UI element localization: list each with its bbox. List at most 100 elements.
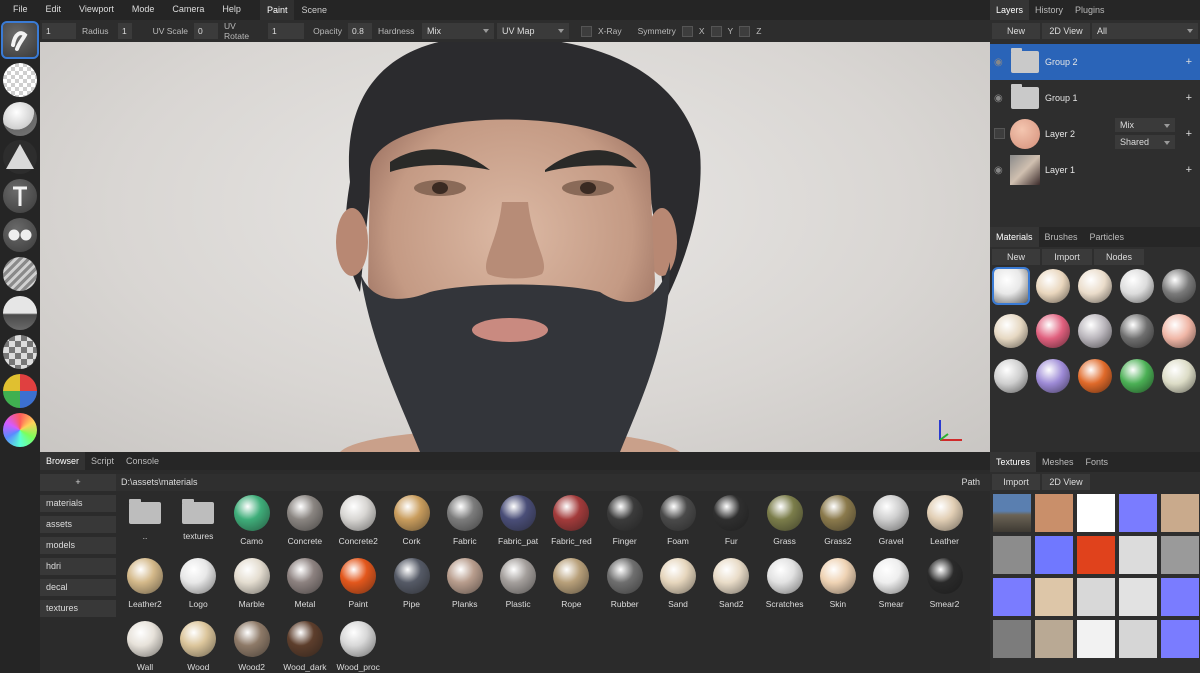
new-layer-button[interactable]: New [992, 23, 1040, 39]
tab-history[interactable]: History [1029, 0, 1069, 20]
material-item[interactable]: Wood_dark [279, 621, 331, 672]
folder-item[interactable]: textures [172, 495, 224, 541]
tab-brushes[interactable]: Brushes [1039, 227, 1084, 247]
tab-browser[interactable]: Browser [40, 452, 86, 470]
blur-tool-icon[interactable] [3, 257, 37, 291]
menu-camera[interactable]: Camera [163, 0, 213, 20]
tab-script[interactable]: Script [85, 452, 120, 470]
material-swatch[interactable] [1078, 314, 1112, 348]
decal-tool-icon[interactable] [3, 140, 37, 174]
uvscale-input[interactable]: 1 [118, 23, 132, 39]
material-swatch[interactable] [1120, 269, 1154, 303]
material-item[interactable]: Wood2 [226, 621, 278, 672]
material-item[interactable]: Scratches [759, 558, 811, 609]
import-material-button[interactable]: Import [1042, 249, 1092, 265]
tab-particles[interactable]: Particles [1084, 227, 1131, 247]
material-swatch[interactable] [1036, 359, 1070, 393]
tab-materials[interactable]: Materials [990, 227, 1039, 247]
material-swatch[interactable] [1078, 269, 1112, 303]
material-swatch[interactable] [1036, 269, 1070, 303]
xray-checkbox[interactable] [581, 25, 592, 37]
opacity-input[interactable]: 1 [268, 23, 304, 39]
texture-thumb[interactable] [1119, 494, 1157, 532]
texture-thumb[interactable] [1077, 494, 1115, 532]
material-item[interactable]: Logo [172, 558, 224, 609]
eye-icon[interactable]: ◉ [994, 165, 1003, 176]
layer-blend-dropdown[interactable]: Mix [1115, 118, 1175, 132]
menu-edit[interactable]: Edit [37, 0, 71, 20]
texture-thumb[interactable] [1035, 494, 1073, 532]
eye-icon[interactable]: ◉ [994, 93, 1003, 104]
tab-console[interactable]: Console [120, 452, 165, 470]
material-swatch[interactable] [1120, 314, 1154, 348]
texture-thumb[interactable] [1119, 536, 1157, 574]
tab-plugins[interactable]: Plugins [1069, 0, 1111, 20]
layer-mask-dropdown[interactable]: Shared [1115, 135, 1175, 149]
picker-tool-icon[interactable] [3, 413, 37, 447]
smudge-tool-icon[interactable] [3, 296, 37, 330]
eraser-tool-icon[interactable] [3, 63, 37, 97]
material-swatch[interactable] [1120, 359, 1154, 393]
material-item[interactable]: Grass [759, 495, 811, 546]
material-item[interactable]: Concrete [279, 495, 331, 546]
material-item[interactable]: Smear [865, 558, 917, 609]
bookmark-decal[interactable]: decal [40, 579, 116, 596]
material-item[interactable]: Fabric [439, 495, 491, 546]
material-item[interactable]: Fabric_red [545, 495, 597, 546]
add-icon[interactable]: + [1186, 56, 1192, 68]
menu-viewport[interactable]: Viewport [70, 0, 123, 20]
material-item[interactable]: Metal [279, 558, 331, 609]
layer-visibility-checkbox[interactable] [994, 128, 1005, 139]
material-item[interactable]: Leather2 [119, 558, 171, 609]
tab-textures[interactable]: Textures [990, 452, 1037, 472]
material-swatch[interactable] [994, 359, 1028, 393]
clone-tool-icon[interactable] [3, 218, 37, 252]
texture-thumb[interactable] [1077, 578, 1115, 616]
bookmark-hdri[interactable]: hdri [40, 558, 116, 575]
texture-thumb[interactable] [1035, 620, 1073, 658]
material-item[interactable]: Rubber [599, 558, 651, 609]
hardness-input[interactable]: 0.8 [348, 23, 372, 39]
material-item[interactable]: Plastic [492, 558, 544, 609]
path-bar[interactable]: D:\assets\materials Path [116, 474, 990, 491]
material-swatch[interactable] [1162, 359, 1196, 393]
folder-item[interactable]: .. [119, 495, 171, 541]
uv-mapping-dropdown[interactable]: UV Map [497, 23, 569, 39]
bookmark-textures[interactable]: textures [40, 600, 116, 617]
layer-row-group1[interactable]: ◉ Group 1 + [990, 80, 1200, 116]
fill-tool-icon[interactable] [3, 102, 37, 136]
add-icon[interactable]: + [1186, 164, 1192, 176]
texture-thumb[interactable] [1119, 578, 1157, 616]
layer-row-layer1[interactable]: ◉ Layer 1 + [990, 152, 1200, 188]
text-tool-icon[interactable] [3, 179, 37, 213]
texture-thumb[interactable] [993, 536, 1031, 574]
add-icon[interactable]: + [1186, 128, 1192, 140]
symmetry-y-checkbox[interactable] [710, 25, 722, 37]
tab-fonts[interactable]: Fonts [1080, 452, 1115, 472]
material-item[interactable]: Wood [172, 621, 224, 672]
bookmark-assets[interactable]: assets [40, 516, 116, 533]
material-item[interactable]: Fabric_pat [492, 495, 544, 546]
menu-help[interactable]: Help [213, 0, 250, 20]
texture-thumb[interactable] [1077, 536, 1115, 574]
material-item[interactable]: Leather [919, 495, 971, 546]
radius-input[interactable]: 1 [42, 23, 76, 39]
brush-tool-icon[interactable] [1, 21, 39, 59]
texture-thumb[interactable] [993, 620, 1031, 658]
material-item[interactable]: Wall [119, 621, 171, 672]
tab-scene[interactable]: Scene [294, 0, 334, 20]
texture-thumb[interactable] [1161, 620, 1199, 658]
material-item[interactable]: Smear2 [919, 558, 971, 609]
material-item[interactable]: Cork [386, 495, 438, 546]
menu-file[interactable]: File [4, 0, 37, 20]
new-material-button[interactable]: New [992, 249, 1040, 265]
texture-thumb[interactable] [1161, 494, 1199, 532]
add-bookmark-button[interactable]: + [40, 474, 116, 491]
material-swatch[interactable] [1162, 314, 1196, 348]
material-item[interactable]: Skin [812, 558, 864, 609]
material-item[interactable]: Marble [226, 558, 278, 609]
material-swatch[interactable] [1036, 314, 1070, 348]
eye-icon[interactable]: ◉ [994, 57, 1003, 68]
bookmark-models[interactable]: models [40, 537, 116, 554]
import-texture-button[interactable]: Import [992, 474, 1040, 490]
